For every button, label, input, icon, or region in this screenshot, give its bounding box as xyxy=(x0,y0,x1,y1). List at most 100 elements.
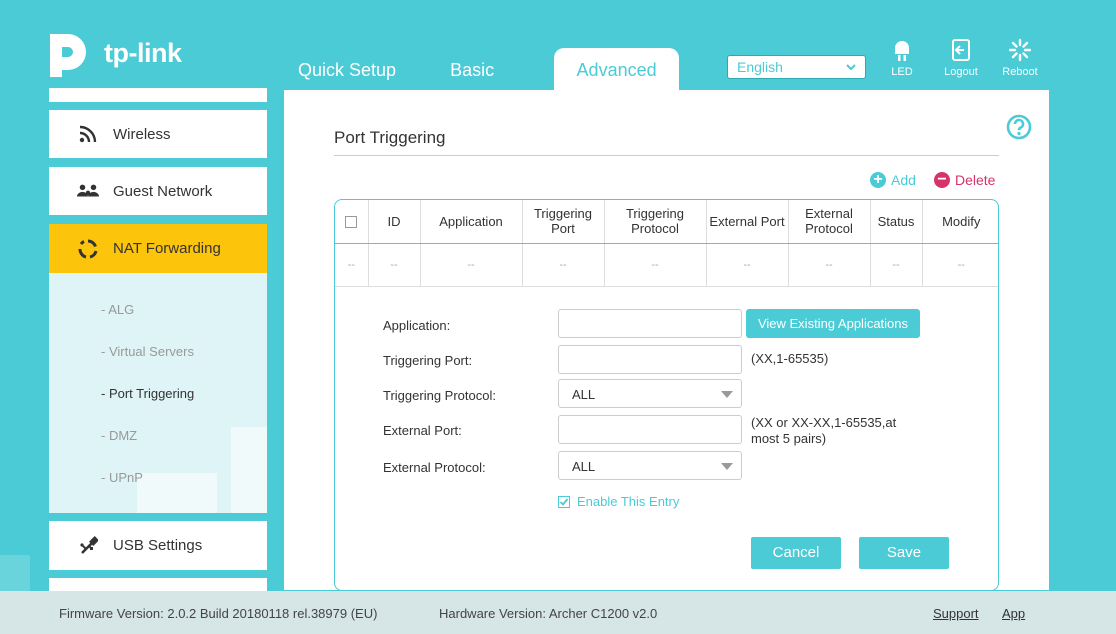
delete-button[interactable]: − Delete xyxy=(934,172,995,188)
column-header: Triggering Port xyxy=(522,200,605,244)
submenu-item-alg[interactable]: - ALG xyxy=(101,302,134,317)
guest-network-icon xyxy=(77,182,99,200)
application-label: Application: xyxy=(383,318,451,333)
port-triggering-table-box: ID Application Triggering Port Triggerin… xyxy=(334,199,999,591)
sidebar-item-nat-forwarding[interactable]: NAT Forwarding xyxy=(49,224,267,273)
submenu-decoration xyxy=(137,473,217,513)
external-protocol-value: ALL xyxy=(572,459,596,474)
help-icon xyxy=(1006,114,1032,140)
nat-forwarding-submenu: - ALG - Virtual Servers - Port Triggerin… xyxy=(49,273,267,513)
tab-advanced[interactable]: Advanced xyxy=(554,48,680,90)
firmware-version: Firmware Version: 2.0.2 Build 20180118 r… xyxy=(59,606,378,621)
submenu-item-virtual-servers[interactable]: - Virtual Servers xyxy=(101,344,194,359)
external-protocol-select[interactable]: ALL xyxy=(558,451,742,480)
column-header: Triggering Protocol xyxy=(604,200,707,244)
triggering-port-input[interactable] xyxy=(558,345,742,374)
help-button[interactable] xyxy=(1006,114,1032,145)
logout-button[interactable]: Logout xyxy=(936,38,986,78)
external-port-input[interactable] xyxy=(558,415,742,444)
select-all-header xyxy=(335,200,369,244)
triggering-protocol-value: ALL xyxy=(572,387,596,402)
table-cell: -- xyxy=(335,243,369,287)
table-cell: -- xyxy=(604,243,707,287)
hardware-version: Hardware Version: Archer C1200 v2.0 xyxy=(439,606,658,621)
external-port-hint: (XX or XX-XX,1-65535,at most 5 pairs) xyxy=(751,415,897,446)
submenu-item-dmz[interactable]: - DMZ xyxy=(101,428,137,443)
reboot-label: Reboot xyxy=(1002,66,1038,78)
reboot-icon xyxy=(1009,38,1031,62)
tab-quick-setup[interactable]: Quick Setup xyxy=(280,48,414,90)
led-button[interactable]: LED xyxy=(877,38,927,78)
external-protocol-label: External Protocol: xyxy=(383,460,486,475)
submenu-decoration xyxy=(231,427,267,513)
submenu-item-port-triggering[interactable]: - Port Triggering xyxy=(101,386,194,401)
select-all-checkbox[interactable] xyxy=(345,216,358,229)
dropdown-arrow-icon xyxy=(721,391,733,398)
table-cell: -- xyxy=(870,243,923,287)
view-existing-applications-button[interactable]: View Existing Applications xyxy=(746,309,920,338)
logout-label: Logout xyxy=(944,66,978,78)
enable-entry-label: Enable This Entry xyxy=(577,494,680,509)
chevron-down-icon xyxy=(846,64,856,71)
support-link[interactable]: Support xyxy=(933,606,979,621)
sidebar-item-usb-settings[interactable]: USB Settings xyxy=(49,521,267,570)
table-cell: -- xyxy=(420,243,523,287)
checkbox-checked-icon xyxy=(558,495,570,508)
title-divider xyxy=(334,155,999,156)
sidebar-item-label: Guest Network xyxy=(113,182,213,200)
sidebar-item-guest-network[interactable]: Guest Network xyxy=(49,167,267,215)
port-triggering-table: ID Application Triggering Port Triggerin… xyxy=(335,200,998,287)
tp-link-logo-icon xyxy=(50,34,87,77)
enable-entry-checkbox[interactable]: Enable This Entry xyxy=(558,494,679,509)
sidebar-item-partial xyxy=(49,88,267,102)
wifi-icon xyxy=(77,125,99,143)
nat-forwarding-icon xyxy=(77,239,99,259)
table-cell: -- xyxy=(522,243,605,287)
triggering-port-label: Triggering Port: xyxy=(383,353,473,368)
table-cell: -- xyxy=(788,243,871,287)
sidebar-item-label: Wireless xyxy=(113,125,171,143)
logout-icon xyxy=(952,39,970,61)
triggering-port-hint: (XX,1-65535) xyxy=(751,351,829,366)
delete-icon: − xyxy=(934,172,950,188)
triggering-protocol-label: Triggering Protocol: xyxy=(383,388,496,403)
save-button[interactable]: Save xyxy=(859,537,949,569)
delete-label: Delete xyxy=(955,172,996,188)
table-cell: -- xyxy=(922,243,998,287)
submenu-item-upnp[interactable]: - UPnP xyxy=(101,470,143,485)
usb-icon xyxy=(77,535,99,556)
column-header: External Protocol xyxy=(788,200,871,244)
table-header-row: ID Application Triggering Port Triggerin… xyxy=(335,200,998,244)
add-icon: + xyxy=(870,172,886,188)
reboot-button[interactable]: Reboot xyxy=(995,38,1045,78)
language-value: English xyxy=(737,59,783,75)
led-label: LED xyxy=(891,66,913,78)
sidebar-item-wireless[interactable]: Wireless xyxy=(49,110,267,158)
led-icon xyxy=(895,41,909,61)
dropdown-arrow-icon xyxy=(721,463,733,470)
sidebar-item-label: NAT Forwarding xyxy=(113,240,221,257)
cancel-button[interactable]: Cancel xyxy=(751,537,841,569)
external-port-label: External Port: xyxy=(383,423,462,438)
sidebar-item-label: USB Settings xyxy=(113,537,203,554)
table-row: -- -- -- -- -- -- -- -- -- xyxy=(335,243,998,287)
table-cell: -- xyxy=(368,243,421,287)
column-header: ID xyxy=(368,200,421,244)
column-header: External Port xyxy=(706,200,789,244)
column-header: Modify xyxy=(922,200,998,244)
app-link[interactable]: App xyxy=(1002,606,1025,621)
footer: Firmware Version: 2.0.2 Build 20180118 r… xyxy=(0,591,1116,634)
add-button[interactable]: + Add xyxy=(870,172,916,188)
sidebar-item-partial xyxy=(49,578,267,591)
application-input[interactable] xyxy=(558,309,742,338)
top-nav: Quick Setup Basic Advanced xyxy=(280,48,680,90)
main-panel: Port Triggering + Add − Delete ID Applic… xyxy=(284,90,1049,591)
language-select[interactable]: English xyxy=(727,55,866,79)
background-decoration xyxy=(0,555,30,591)
tp-link-logo: tp-link xyxy=(48,28,182,78)
tab-basic[interactable]: Basic xyxy=(432,48,512,90)
column-header: Status xyxy=(870,200,923,244)
page-title: Port Triggering xyxy=(334,128,446,147)
add-label: Add xyxy=(891,172,916,188)
triggering-protocol-select[interactable]: ALL xyxy=(558,379,742,408)
